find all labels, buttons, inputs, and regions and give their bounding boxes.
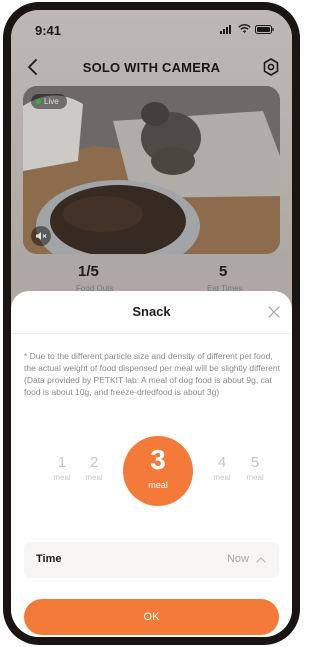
phone-frame: 9:41 SOLO WITH CAMERA Live 1/5 Food Outs… <box>0 0 303 647</box>
meal-label: meal <box>53 473 71 482</box>
speaker-muted-icon <box>36 232 47 240</box>
meal-label: meal <box>246 473 264 482</box>
meal-option-4[interactable]: 4 meal <box>207 454 237 482</box>
live-badge: Live <box>31 94 67 109</box>
meal-label: meal <box>148 480 168 490</box>
stat-value-food-outs: 1/5 <box>78 263 99 280</box>
meal-number: 1 <box>57 454 67 471</box>
meal-label: meal <box>85 473 103 482</box>
signal-icon <box>220 24 231 34</box>
time-label: Time <box>36 553 62 565</box>
status-icons <box>220 24 274 34</box>
time-value: Now <box>226 553 249 565</box>
page-title: SOLO WITH CAMERA <box>82 60 221 75</box>
camera-image <box>23 86 280 254</box>
settings-icon[interactable] <box>260 56 282 78</box>
meal-number: 2 <box>89 454 99 471</box>
live-label: Live <box>44 97 59 106</box>
ok-button[interactable]: OK <box>24 599 279 635</box>
portion-note: * Due to the different particle size and… <box>24 351 280 397</box>
battery-icon <box>255 24 274 34</box>
close-icon[interactable] <box>267 305 281 319</box>
meal-number: 3 <box>150 444 166 475</box>
meal-option-5[interactable]: 5 meal <box>240 454 270 482</box>
app-screen: 9:41 SOLO WITH CAMERA Live 1/5 Food Outs… <box>11 10 292 637</box>
meal-number: 5 <box>250 454 260 471</box>
meal-option-3-selected[interactable]: 3 meal <box>123 436 193 506</box>
meal-option-1[interactable]: 1 meal <box>47 454 77 482</box>
status-time: 9:41 <box>35 23 62 38</box>
sheet-title: Snack <box>132 304 171 319</box>
status-bar: 9:41 <box>11 10 292 46</box>
stat-value-eat-times: 5 <box>219 263 228 280</box>
snack-sheet: Snack * Due to the different particle si… <box>11 291 292 637</box>
chevron-up-icon <box>256 557 266 563</box>
camera-feed[interactable]: Live <box>23 86 280 254</box>
sheet-divider <box>11 333 292 334</box>
meal-number: 4 <box>217 454 227 471</box>
meal-option-2[interactable]: 2 meal <box>79 454 109 482</box>
wifi-icon <box>238 24 251 33</box>
meal-label: meal <box>213 473 231 482</box>
live-indicator-dot <box>36 99 41 104</box>
nav-bar: SOLO WITH CAMERA <box>11 54 292 82</box>
mute-button[interactable] <box>31 226 51 246</box>
meal-selector: 1 meal 2 meal 3 meal 4 meal 5 meal <box>11 436 292 506</box>
time-selector[interactable]: Time Now <box>24 542 279 578</box>
